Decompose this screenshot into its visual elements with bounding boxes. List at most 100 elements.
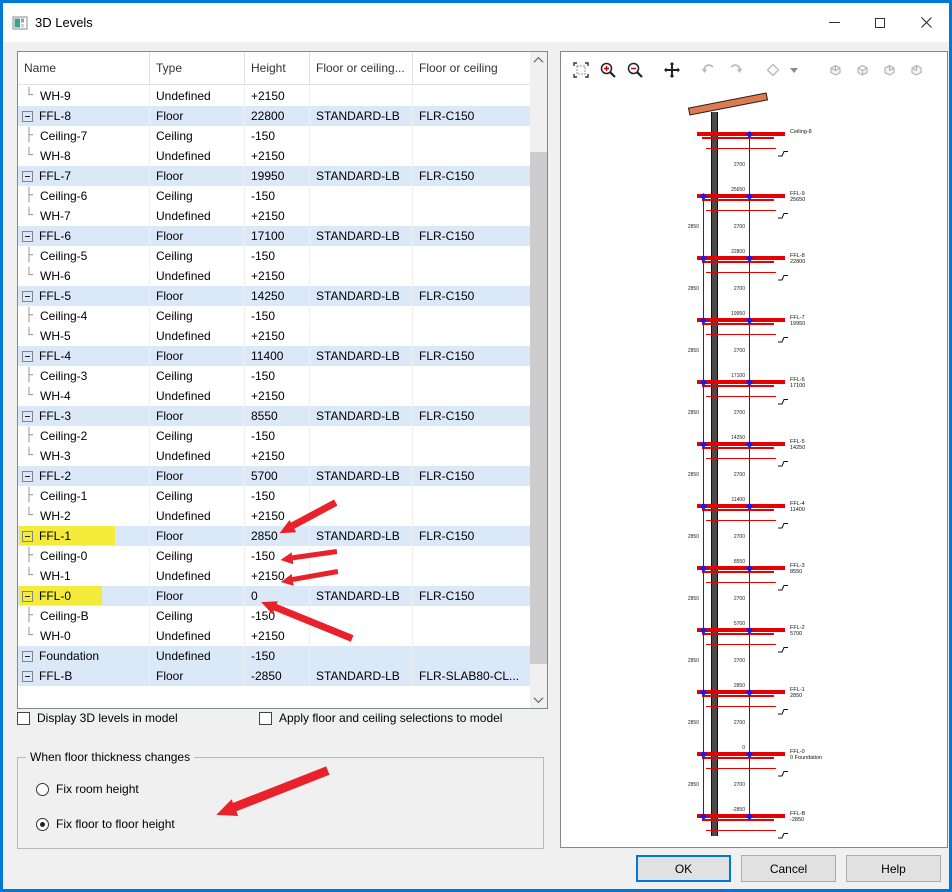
- fix-room-height-label: Fix room height: [56, 782, 139, 796]
- axon-view-2-button[interactable]: [849, 57, 876, 83]
- collapse-icon[interactable]: [22, 231, 33, 242]
- column-header-height[interactable]: Height: [245, 52, 310, 84]
- level-elevation-text: 22800: [711, 249, 745, 255]
- table-row-wh-3[interactable]: └WH-3Undefined+2150: [18, 446, 530, 466]
- level-name: WH-8: [40, 146, 71, 166]
- table-row-ceiling-0[interactable]: ├Ceiling-0Ceiling-150: [18, 546, 530, 566]
- scroll-up-button[interactable]: [530, 52, 547, 69]
- rotate-left-button[interactable]: [695, 57, 722, 83]
- collapse-icon[interactable]: [22, 531, 33, 542]
- table-scrollbar[interactable]: [530, 52, 547, 708]
- pan-button[interactable]: [658, 57, 685, 83]
- scroll-down-button[interactable]: [530, 691, 547, 708]
- table-row-ceiling-1[interactable]: ├Ceiling-1Ceiling-150: [18, 486, 530, 506]
- scrollbar-thumb[interactable]: [530, 152, 547, 664]
- collapse-icon[interactable]: [22, 351, 33, 362]
- collapse-icon[interactable]: [22, 471, 33, 482]
- level-name: WH-3: [40, 446, 71, 466]
- table-row-ffl-b[interactable]: FFL-BFloor-2850STANDARD-LBFLR-SLAB80-CL.…: [18, 666, 530, 686]
- level-height: 5700: [245, 466, 310, 486]
- fix-room-height-radio[interactable]: [36, 783, 49, 796]
- ok-button[interactable]: OK: [636, 855, 731, 882]
- table-row-wh-5[interactable]: └WH-5Undefined+2150: [18, 326, 530, 346]
- table-row-wh-1[interactable]: └WH-1Undefined+2150: [18, 566, 530, 586]
- floor-material-2: [413, 386, 530, 406]
- axon-view-3-button[interactable]: [876, 57, 903, 83]
- axon-view-1-button[interactable]: [822, 57, 849, 83]
- elevation-preview-canvas[interactable]: Ceiling-825650FFL-925650270022800FFL-822…: [561, 89, 947, 847]
- level-type: Ceiling: [150, 126, 245, 146]
- table-row-ceiling-4[interactable]: ├Ceiling-4Ceiling-150: [18, 306, 530, 326]
- collapse-icon[interactable]: [22, 291, 33, 302]
- table-row-ffl-6[interactable]: FFL-6Floor17100STANDARD-LBFLR-C150: [18, 226, 530, 246]
- fix-room-height-option[interactable]: Fix room height: [36, 782, 139, 796]
- table-row-ceiling-5[interactable]: ├Ceiling-5Ceiling-150: [18, 246, 530, 266]
- table-row-ffl-2[interactable]: FFL-2Floor5700STANDARD-LBFLR-C150: [18, 466, 530, 486]
- fix-floor-to-floor-radio[interactable]: [36, 818, 49, 831]
- display-3d-levels-option[interactable]: Display 3D levels in model: [17, 711, 178, 725]
- display-3d-levels-checkbox[interactable]: [17, 712, 30, 725]
- collapse-icon[interactable]: [22, 651, 33, 662]
- table-row-wh-7[interactable]: └WH-7Undefined+2150: [18, 206, 530, 226]
- room-height-dim-text: 2700: [723, 286, 745, 292]
- column-header-type[interactable]: Type: [150, 52, 245, 84]
- table-row-ceiling-b[interactable]: ├Ceiling-BCeiling-150: [18, 606, 530, 626]
- ceiling-line: [706, 334, 776, 335]
- zoom-window-button[interactable]: [567, 57, 594, 83]
- table-row-ffl-0[interactable]: FFL-0Floor0STANDARD-LBFLR-C150: [18, 586, 530, 606]
- apply-selections-option[interactable]: Apply floor and ceiling selections to mo…: [259, 711, 502, 725]
- table-row-wh-6[interactable]: └WH-6Undefined+2150: [18, 266, 530, 286]
- table-row-wh-9[interactable]: └WH-9Undefined+2150: [18, 86, 530, 106]
- minimize-button[interactable]: [811, 3, 857, 42]
- floor-material-1: [310, 206, 413, 226]
- close-button[interactable]: [903, 3, 949, 42]
- zoom-out-button[interactable]: [621, 57, 648, 83]
- collapse-icon[interactable]: [22, 111, 33, 122]
- table-row-ffl-5[interactable]: FFL-5Floor14250STANDARD-LBFLR-C150: [18, 286, 530, 306]
- level-step-mark: [778, 764, 788, 782]
- table-row-ffl-1[interactable]: FFL-1Floor2850STANDARD-LBFLR-C150: [18, 526, 530, 546]
- cell-name: └WH-3: [18, 446, 150, 466]
- zoom-in-button[interactable]: [594, 57, 621, 83]
- axon-view-4-button[interactable]: [903, 57, 930, 83]
- help-button[interactable]: Help: [846, 855, 941, 882]
- slab-line-ffl-5: [697, 442, 785, 446]
- rotate-right-button[interactable]: [722, 57, 749, 83]
- table-row-ceiling-7[interactable]: ├Ceiling-7Ceiling-150: [18, 126, 530, 146]
- fix-floor-to-floor-option[interactable]: Fix floor to floor height: [36, 817, 175, 831]
- table-row-ceiling-6[interactable]: ├Ceiling-6Ceiling-150: [18, 186, 530, 206]
- apply-selections-checkbox[interactable]: [259, 712, 272, 725]
- table-row-wh-8[interactable]: └WH-8Undefined+2150: [18, 146, 530, 166]
- floor-to-floor-dim-text: 2850: [675, 410, 699, 416]
- floor-material-1: [310, 306, 413, 326]
- table-row-ceiling-2[interactable]: ├Ceiling-2Ceiling-150: [18, 426, 530, 446]
- collapse-icon[interactable]: [22, 411, 33, 422]
- collapse-icon[interactable]: [22, 671, 33, 682]
- tree-connector-icon: └: [21, 387, 40, 405]
- table-row-ffl-4[interactable]: FFL-4Floor11400STANDARD-LBFLR-C150: [18, 346, 530, 366]
- center-view-dropdown[interactable]: [786, 57, 802, 83]
- column-header-name[interactable]: Name: [18, 52, 150, 84]
- group-title: When floor thickness changes: [26, 750, 194, 764]
- column-header-floor-or-ceiling-1[interactable]: Floor or ceiling...: [310, 52, 413, 84]
- level-elevation-text: 5700: [711, 621, 745, 627]
- collapse-icon[interactable]: [22, 171, 33, 182]
- table-row-foundation[interactable]: FoundationUndefined-150: [18, 646, 530, 666]
- level-type: Ceiling: [150, 426, 245, 446]
- level-type: Ceiling: [150, 486, 245, 506]
- maximize-button[interactable]: [857, 3, 903, 42]
- room-height-dim-text: 2700: [723, 224, 745, 230]
- table-row-wh-2[interactable]: └WH-2Undefined+2150: [18, 506, 530, 526]
- collapse-icon[interactable]: [22, 591, 33, 602]
- table-row-ffl-7[interactable]: FFL-7Floor19950STANDARD-LBFLR-C150: [18, 166, 530, 186]
- table-row-wh-4[interactable]: └WH-4Undefined+2150: [18, 386, 530, 406]
- column-header-floor-or-ceiling-2[interactable]: Floor or ceiling: [413, 52, 530, 84]
- cancel-button[interactable]: Cancel: [741, 855, 836, 882]
- level-name: Ceiling-4: [40, 306, 87, 326]
- table-row-ceiling-3[interactable]: ├Ceiling-3Ceiling-150: [18, 366, 530, 386]
- cell-name: ├Ceiling-2: [18, 426, 150, 446]
- table-row-ffl-8[interactable]: FFL-8Floor22800STANDARD-LBFLR-C150: [18, 106, 530, 126]
- table-row-ffl-3[interactable]: FFL-3Floor8550STANDARD-LBFLR-C150: [18, 406, 530, 426]
- center-view-button[interactable]: [759, 57, 786, 83]
- table-row-wh-0[interactable]: └WH-0Undefined+2150: [18, 626, 530, 646]
